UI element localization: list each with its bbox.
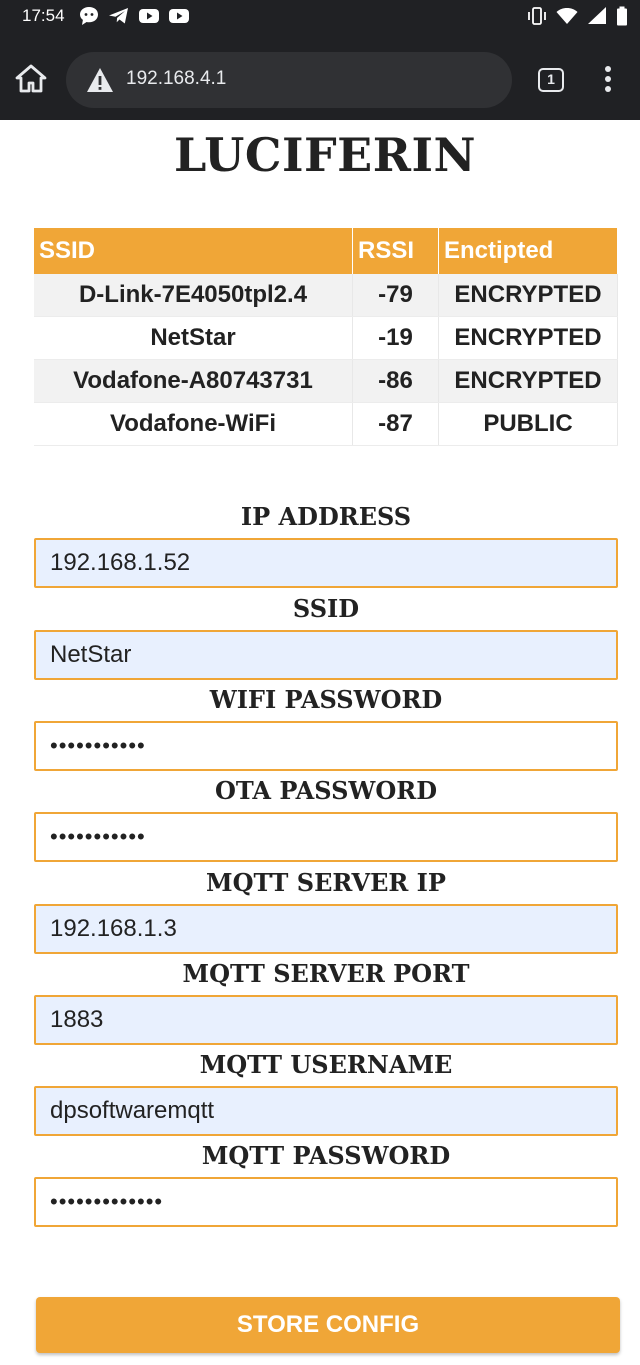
cell-security: ENCRYPTED [438, 274, 618, 317]
table-row[interactable]: NetStar -19 ENCRYPTED [34, 316, 618, 360]
mqtt-server-port-label: MQTT SERVER PORT [182, 959, 470, 988]
wifi-icon [556, 8, 578, 24]
address-bar[interactable]: 192.168.4.1 [66, 52, 512, 108]
cell-ssid[interactable]: Vodafone-A80743731 [34, 359, 353, 403]
status-bar: 17:54 [0, 0, 640, 34]
warning-icon[interactable] [86, 67, 114, 93]
telegram-icon [109, 8, 128, 24]
mqtt-server-ip-label: MQTT SERVER IP [206, 868, 446, 897]
browser-toolbar: 192.168.4.1 1 [0, 34, 640, 120]
mqtt-username-label: MQTT USERNAME [199, 1050, 453, 1079]
mqtt-username-input[interactable] [34, 1086, 618, 1136]
status-time: 17:54 [22, 6, 65, 25]
networks-table: SSID RSSI Enctipted D-Link-7E4050tpl2.4 … [34, 228, 618, 446]
mqtt-password-input[interactable] [34, 1177, 618, 1227]
cell-ssid[interactable]: Vodafone-WiFi [34, 402, 353, 446]
ota-password-input[interactable] [34, 812, 618, 862]
home-icon[interactable] [14, 62, 48, 96]
table-row[interactable]: Vodafone-A80743731 -86 ENCRYPTED [34, 359, 618, 403]
ssid-label: SSID [292, 594, 360, 623]
cell-ssid[interactable]: NetStar [34, 316, 353, 360]
battery-icon [617, 6, 627, 26]
table-row[interactable]: Vodafone-WiFi -87 PUBLIC [34, 402, 618, 446]
notification-icons [78, 6, 190, 26]
cell-rssi: -86 [352, 359, 439, 403]
system-icons [526, 6, 628, 26]
youtube-icon [139, 9, 159, 23]
tab-switcher-button[interactable]: 1 [538, 68, 564, 92]
wifi-password-input[interactable] [34, 721, 618, 771]
table-row[interactable]: D-Link-7E4050tpl2.4 -79 ENCRYPTED [34, 274, 618, 317]
ssid-input[interactable] [34, 630, 618, 680]
cell-rssi: -79 [352, 274, 439, 317]
column-header-encrypted: Enctipted [438, 228, 618, 274]
url-text[interactable]: 192.168.4.1 [126, 68, 226, 90]
cell-rssi: -87 [352, 402, 439, 446]
cell-security: PUBLIC [438, 402, 618, 446]
cell-security: ENCRYPTED [438, 316, 618, 360]
mqtt-server-port-input[interactable] [34, 995, 618, 1045]
ip-address-label: IP ADDRESS [240, 502, 412, 531]
cell-security: ENCRYPTED [438, 359, 618, 403]
ota-password-label: OTA PASSWORD [214, 776, 438, 805]
youtube-icon [169, 9, 189, 23]
table-header-row: SSID RSSI Enctipted [34, 228, 618, 274]
store-config-button[interactable]: STORE CONFIG [36, 1297, 620, 1353]
page-title: LUCIFERIN [173, 128, 477, 182]
column-header-rssi: RSSI [352, 228, 439, 274]
wifi-password-label: WIFI PASSWORD [209, 685, 443, 714]
mqtt-password-label: MQTT PASSWORD [201, 1141, 451, 1170]
overflow-menu-icon[interactable] [598, 66, 618, 96]
ip-address-input[interactable] [34, 538, 618, 588]
signal-icon [588, 7, 606, 24]
chat-bubble-icon [80, 7, 98, 25]
cell-ssid[interactable]: D-Link-7E4050tpl2.4 [34, 274, 353, 317]
cell-rssi: -19 [352, 316, 439, 360]
vibrate-icon [528, 7, 546, 25]
column-header-ssid: SSID [34, 228, 353, 274]
mqtt-server-ip-input[interactable] [34, 904, 618, 954]
